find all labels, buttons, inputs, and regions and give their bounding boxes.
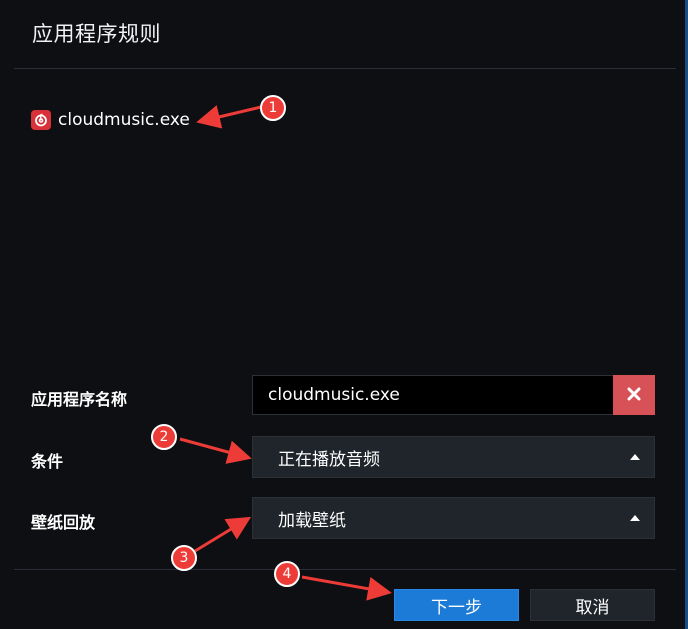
wallpaper-playback-label: 壁纸回放 — [31, 513, 96, 532]
app-list-item-label: cloudmusic.exe — [58, 110, 190, 130]
condition-label: 条件 — [31, 452, 64, 471]
app-list-item[interactable]: cloudmusic.exe — [31, 108, 190, 132]
header-divider — [14, 68, 676, 69]
annotation-badge-4: 4 — [274, 561, 300, 587]
dialog-header: 应用程序规则 — [0, 0, 688, 68]
close-icon — [627, 386, 641, 405]
annotation-badge-1: 1 — [260, 95, 286, 121]
condition-select-value: 正在播放音频 — [278, 449, 380, 470]
app-name-input[interactable] — [253, 376, 613, 414]
app-name-label: 应用程序名称 — [31, 390, 128, 409]
netease-cloud-music-icon — [31, 110, 51, 130]
wallpaper-playback-select-value: 加载壁纸 — [278, 510, 346, 531]
caret-up-icon — [630, 454, 640, 460]
condition-select[interactable]: 正在播放音频 — [252, 436, 655, 478]
dialog-title: 应用程序规则 — [32, 22, 161, 46]
clear-input-button[interactable] — [613, 375, 655, 415]
caret-up-icon — [630, 515, 640, 521]
next-button[interactable]: 下一步 — [394, 589, 519, 621]
app-name-field-wrapper — [252, 375, 614, 415]
app-rule-dialog: 应用程序规则 cloudmusic.exe 应用程序名称 条件 正在播放音频 壁… — [0, 0, 688, 629]
annotation-badge-2: 2 — [151, 424, 177, 450]
wallpaper-playback-select[interactable]: 加载壁纸 — [252, 497, 655, 539]
footer-divider — [14, 569, 676, 570]
annotation-badge-3: 3 — [171, 545, 197, 571]
cancel-button[interactable]: 取消 — [530, 589, 655, 621]
